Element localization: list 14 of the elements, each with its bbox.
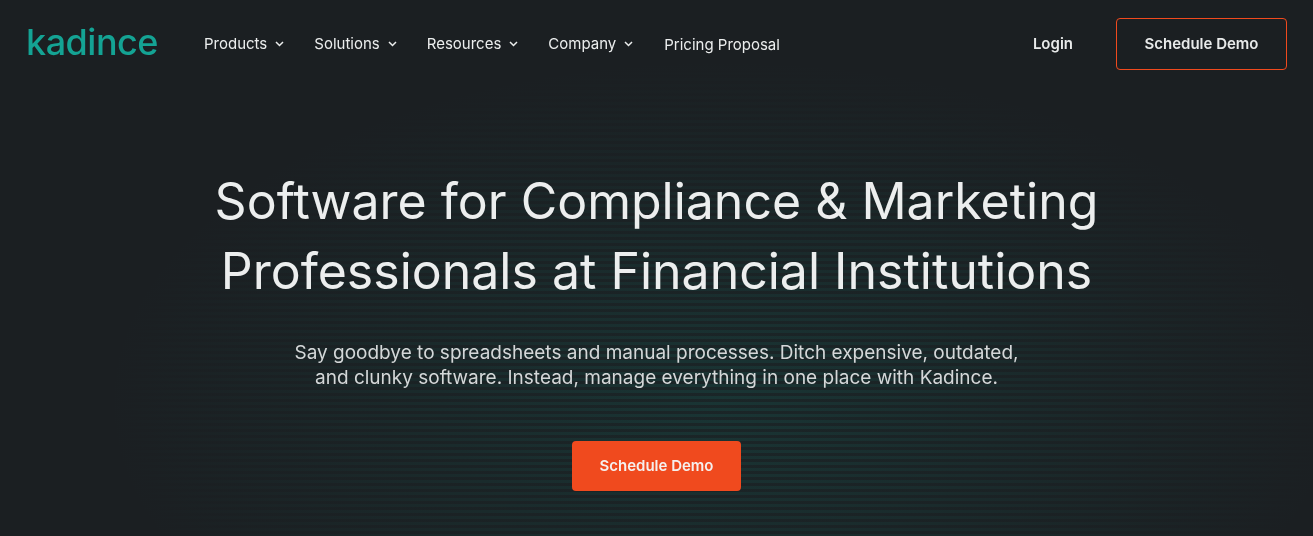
nav-menu[interactable]: Company bbox=[548, 32, 634, 56]
chevron-down-icon bbox=[624, 41, 634, 47]
nav-menu[interactable]: Solutions bbox=[314, 32, 397, 56]
nav-menu[interactable]: Products bbox=[204, 32, 285, 56]
chevron-down-icon bbox=[275, 41, 285, 47]
login-link[interactable]: Login bbox=[1032, 32, 1073, 56]
chevron-down-icon bbox=[509, 41, 519, 47]
hero-heading: Software for Compliance & Marketing Professionals at Financial Institutions bbox=[213, 170, 1100, 303]
hero-subtitle: Say goodbye to spreadsheets and manual processes. Ditch expensive, outdated, and clunky software. Instead, manage everything in one place with Kadince. bbox=[293, 340, 1020, 390]
nav-menu[interactable]: Resources bbox=[426, 32, 519, 56]
schedule-demo-button[interactable]: Schedule Demo bbox=[1116, 18, 1287, 70]
nav-link[interactable]: Pricing Proposal bbox=[664, 34, 780, 57]
logo[interactable]: kadince bbox=[26, 24, 158, 60]
chevron-down-icon bbox=[387, 41, 397, 47]
